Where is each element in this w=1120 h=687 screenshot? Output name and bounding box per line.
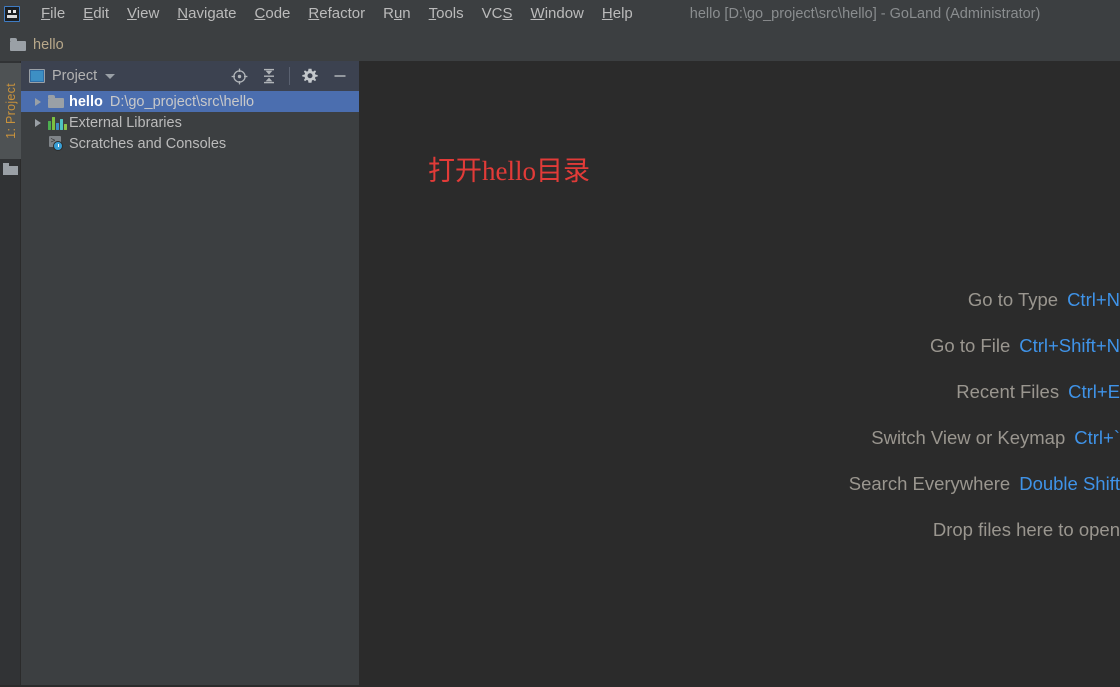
shortcut-hint-label: Recent Files bbox=[956, 381, 1060, 402]
menu-item-refactor[interactable]: Refactor bbox=[299, 0, 374, 28]
goland-window: File Edit View Navigate Code Refactor Run Tools… bbox=[0, 0, 1120, 687]
tree-row-label: Scratches and Consoles bbox=[69, 135, 227, 152]
collapse-all-button[interactable] bbox=[256, 64, 282, 88]
shortcut-hint-label: Go to Type bbox=[967, 289, 1059, 310]
hide-panel-button[interactable] bbox=[327, 64, 353, 88]
folder-icon bbox=[10, 38, 26, 51]
shortcut-hint-key: Ctrl+Shift+N bbox=[1019, 335, 1120, 356]
shortcut-hint-label: Search Everywhere bbox=[848, 473, 1011, 494]
tree-row-label: hello bbox=[69, 93, 103, 110]
breadcrumb-hello[interactable]: hello bbox=[6, 35, 68, 55]
tree-row[interactable]: External Libraries bbox=[21, 112, 359, 133]
gear-icon bbox=[302, 68, 318, 83]
menu-item-window[interactable]: Window bbox=[522, 0, 593, 28]
shortcut-hint-row: Switch View or Keymap Ctrl+` bbox=[871, 427, 1120, 449]
editor-empty-area: 打开hello目录 Go to Type Ctrl+N Go to File Ctrl… bbox=[360, 61, 1120, 687]
tree-row[interactable]: hello D:\go_project\src\hello bbox=[21, 91, 359, 112]
expand-arrow-icon[interactable] bbox=[35, 118, 48, 127]
menu-item-view[interactable]: View bbox=[118, 0, 168, 28]
window-title: hello [D:\go_project\src\hello] - GoLand… bbox=[689, 6, 1041, 22]
goland-icon bbox=[4, 6, 20, 22]
shortcut-hint-row: Go to File Ctrl+Shift+N bbox=[930, 335, 1120, 357]
editor-shortcut-hints: Go to Type Ctrl+N Go to File Ctrl+Shift+N Re… bbox=[849, 289, 1120, 541]
sidebar-tab-project[interactable]: 1: Project bbox=[0, 63, 21, 159]
menu-items: File Edit View Navigate Code Refactor Run Tools… bbox=[32, 0, 642, 28]
project-tree: hello D:\go_project\src\hello External Lib… bbox=[21, 91, 359, 154]
tree-row-path: D:\go_project\src\hello bbox=[109, 93, 255, 110]
scratches-console-icon: > bbox=[48, 136, 65, 151]
crosshair-target-icon bbox=[231, 68, 247, 84]
project-view-selector[interactable]: Project bbox=[29, 68, 116, 84]
shortcut-hint-key: Double Shift bbox=[1019, 473, 1120, 494]
shortcut-hint-label: Switch View or Keymap bbox=[871, 427, 1066, 448]
left-tool-strip: 1: Project bbox=[0, 61, 21, 687]
folder-icon bbox=[48, 95, 65, 108]
menu-item-navigate[interactable]: Navigate bbox=[168, 0, 245, 28]
navigation-bar: hello bbox=[0, 28, 1120, 61]
breadcrumb-label: hello bbox=[33, 36, 64, 53]
annotation-text: 打开hello目录 bbox=[428, 156, 590, 186]
menu-item-edit[interactable]: Edit bbox=[74, 0, 118, 28]
tree-row[interactable]: > Scratches and Consoles bbox=[21, 133, 359, 154]
menu-item-file[interactable]: File bbox=[32, 0, 74, 28]
menu-item-vcs[interactable]: VCS bbox=[473, 0, 522, 28]
menu-item-run[interactable]: Run bbox=[374, 0, 420, 28]
menu-item-code[interactable]: Code bbox=[246, 0, 300, 28]
shortcut-hint-key: Ctrl+N bbox=[1067, 289, 1120, 310]
minimize-icon bbox=[334, 75, 346, 77]
project-panel-title: Project bbox=[52, 68, 98, 84]
shortcut-hint-row: Drop files here to open bbox=[933, 519, 1120, 541]
menu-item-tools[interactable]: Tools bbox=[420, 0, 473, 28]
shortcut-hint-key: Ctrl+E bbox=[1068, 381, 1120, 402]
sidebar-tab-project-label: 1: Project bbox=[3, 83, 18, 139]
panel-settings-button[interactable] bbox=[297, 64, 323, 88]
menu-bar: File Edit View Navigate Code Refactor Run Tools… bbox=[0, 0, 1120, 28]
scroll-from-source-button[interactable] bbox=[226, 64, 252, 88]
menu-item-help[interactable]: Help bbox=[593, 0, 642, 28]
shortcut-hint-label: Go to File bbox=[930, 335, 1011, 356]
shortcut-hint-row: Recent Files Ctrl+E bbox=[956, 381, 1120, 403]
expand-arrow-icon[interactable] bbox=[35, 97, 48, 106]
project-tool-window: Project hello D:\go_project\src\hello Ex… bbox=[21, 61, 360, 687]
library-bars-icon bbox=[48, 116, 67, 130]
collapse-all-icon bbox=[264, 68, 274, 84]
project-panel-header: Project bbox=[21, 61, 359, 91]
project-panel-actions bbox=[226, 61, 353, 91]
chevron-down-icon bbox=[105, 73, 116, 79]
tree-row-label: External Libraries bbox=[69, 114, 182, 131]
shortcut-hint-key: Ctrl+` bbox=[1074, 427, 1120, 448]
shortcut-hint-row: Go to Type Ctrl+N bbox=[968, 289, 1120, 311]
project-folder-icon bbox=[3, 163, 18, 175]
project-view-icon bbox=[29, 69, 45, 83]
shortcut-hint-row: Search Everywhere Double Shift bbox=[849, 473, 1120, 495]
action-separator bbox=[289, 67, 290, 85]
shortcut-hint-label: Drop files here to open bbox=[932, 519, 1120, 540]
